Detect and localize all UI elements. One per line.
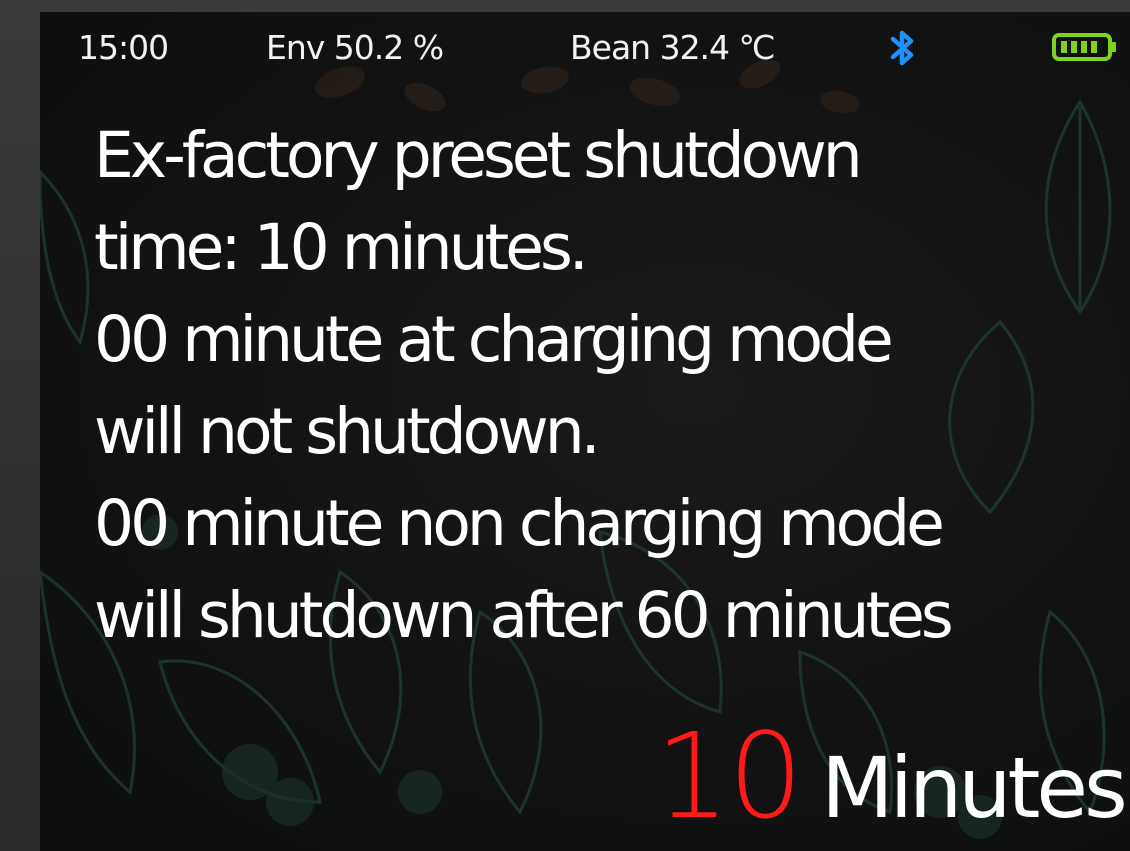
environment-humidity: Env 50.2 % bbox=[266, 28, 444, 67]
battery-full-icon bbox=[1052, 33, 1116, 61]
status-bar: 15:00 Env 50.2 % Bean 32.4 ℃ bbox=[40, 12, 1130, 82]
shutdown-minutes-unit: Minutes bbox=[821, 739, 1128, 837]
shutdown-time-setting[interactable]: 10 Minutes bbox=[655, 707, 1128, 845]
message-line: time: 10 minutes. bbox=[94, 211, 589, 284]
shutdown-minutes-value[interactable]: 10 bbox=[655, 707, 803, 845]
device-screen: 15:00 Env 50.2 % Bean 32.4 ℃ Ex-factory … bbox=[40, 12, 1130, 851]
bean-temperature: Bean 32.4 ℃ bbox=[570, 28, 776, 67]
device-frame: 15:00 Env 50.2 % Bean 32.4 ℃ Ex-factory … bbox=[0, 0, 1130, 851]
message-line: 00 minute non charging mode bbox=[94, 487, 945, 560]
message-line: Ex-factory preset shutdown bbox=[94, 119, 863, 192]
bluetooth-icon bbox=[890, 30, 914, 66]
clock-time: 15:00 bbox=[78, 28, 169, 67]
message-line: 00 minute at charging mode bbox=[94, 303, 894, 376]
message-line: will not shutdown. bbox=[94, 395, 601, 468]
message-line: will shutdown after 60 minutes bbox=[94, 579, 954, 652]
shutdown-info-message: Ex-factory preset shutdown time: 10 minu… bbox=[94, 110, 1130, 662]
